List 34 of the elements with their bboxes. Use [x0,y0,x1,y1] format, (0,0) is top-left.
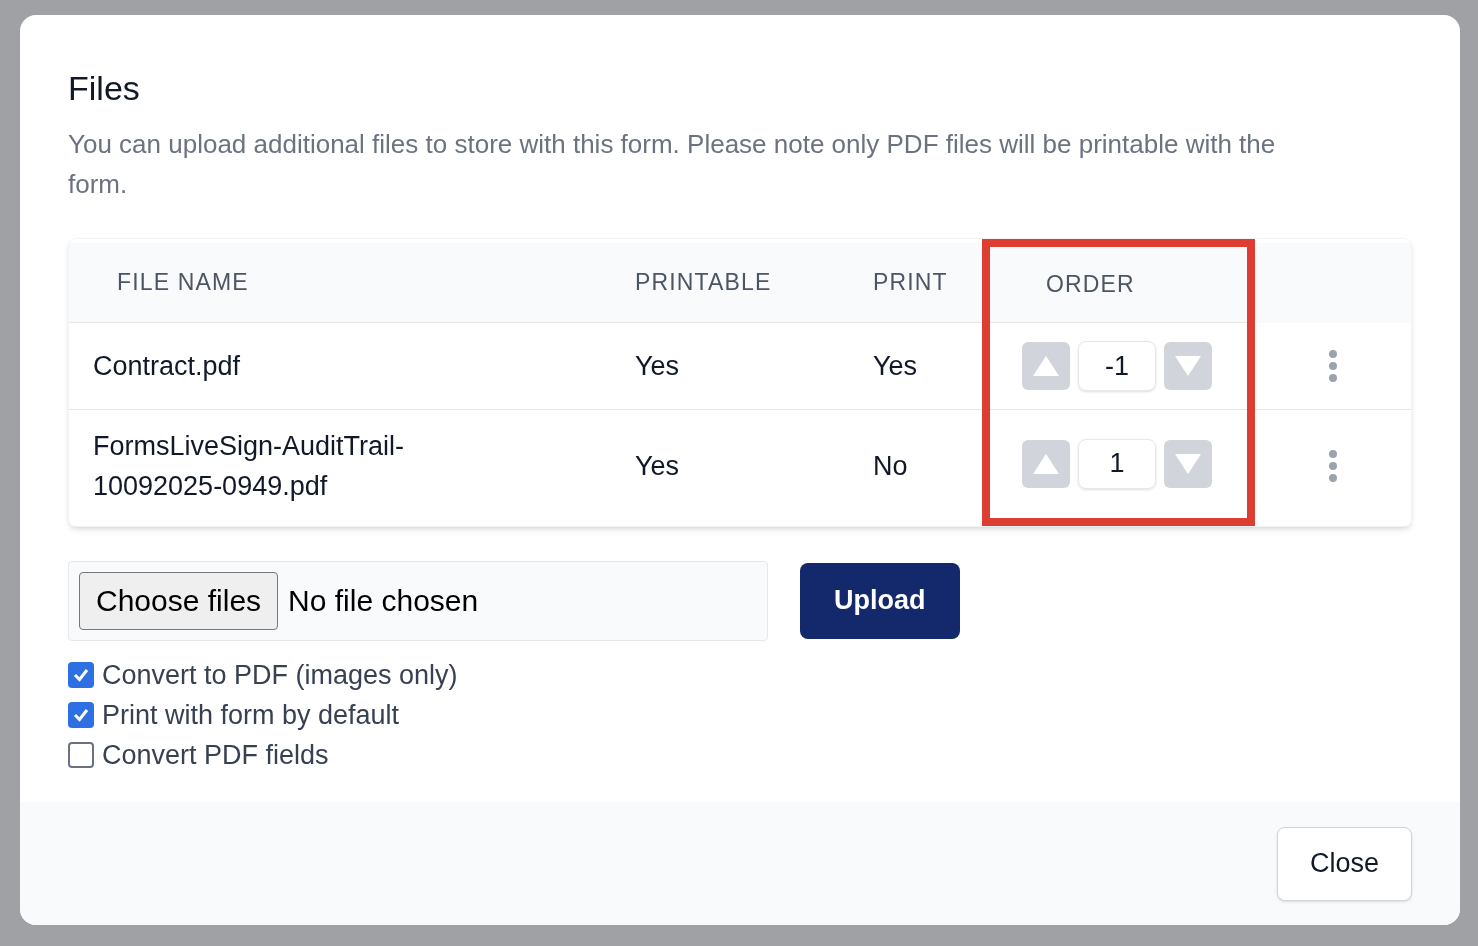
upload-button[interactable]: Upload [800,562,960,639]
triangle-down-icon [1174,451,1202,476]
more-options-icon[interactable] [1328,348,1338,383]
triangle-up-icon [1032,354,1060,378]
column-header: PRINT [873,269,948,295]
close-button[interactable]: Close [1276,826,1412,901]
file-status: No file chosen [288,583,479,619]
file-input[interactable]: Choose files No file chosen [68,560,768,641]
print-cell: Yes [873,351,918,381]
dialog-description: You can upload additional files to store with this form. Please note only PDF files will be printable with the form. [68,127,1277,201]
printable-cell: Yes [635,450,680,481]
checkbox[interactable] [68,661,94,688]
column-header: ORDER [1046,271,1135,297]
checkbox-label: Print with form by default [102,698,400,731]
order-field[interactable]: -1 [1078,341,1156,391]
triangle-down-icon [1174,354,1202,378]
move-up-button[interactable] [1022,439,1070,488]
checkbox[interactable] [68,741,94,768]
column-header: PRINTABLE [635,269,772,295]
move-down-button[interactable] [1164,439,1212,488]
file-name-cell-text: Contract.pdf [93,350,242,383]
file-name-cell-text: FormsLiveSign-AuditTrail-10092025-0949.pdf [93,429,406,503]
move-down-button[interactable] [1164,342,1212,390]
choose-files-button[interactable]: Choose files [79,571,279,630]
checkbox[interactable] [68,701,94,728]
checkbox-label: Convert to PDF (images only) [102,658,458,691]
order-field[interactable]: 1 [1078,438,1156,489]
print-cell: No [873,450,908,481]
move-up-button[interactable] [1022,342,1070,390]
checkbox-label: Convert PDF fields [102,738,329,771]
column-header: FILE NAME [117,269,249,295]
dialog-title: Files [68,68,141,109]
more-options-icon[interactable] [1328,448,1338,483]
printable-cell: Yes [635,351,680,381]
